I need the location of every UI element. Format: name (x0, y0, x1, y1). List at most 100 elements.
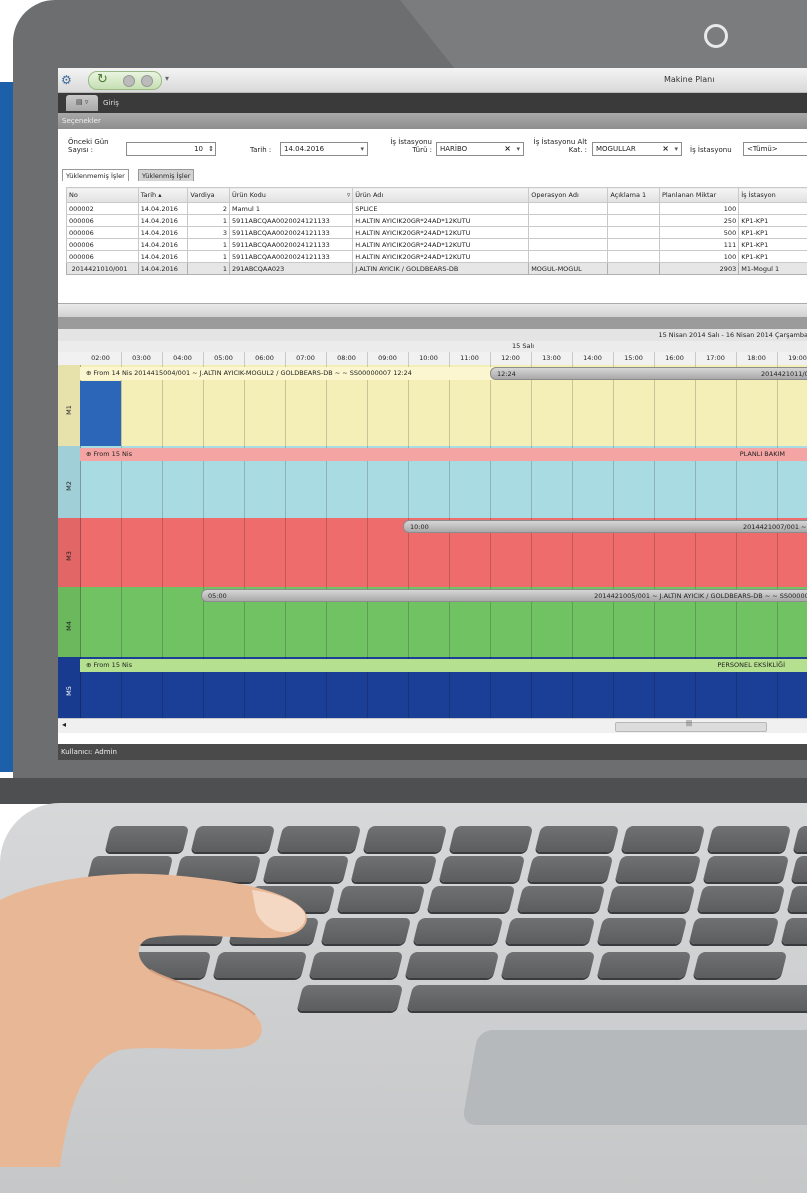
horizontal-scrollbar[interactable]: ◂ ||| (58, 718, 807, 733)
hour-label: 12:00 (490, 354, 531, 362)
table-row-selected[interactable]: ›2014421010/00114.04.20161291ABCQAA023J.… (67, 263, 807, 275)
cell-shift: 1 (188, 215, 230, 227)
table-row[interactable]: 00000614.04.201615911ABCQAA0020024121133… (67, 251, 807, 263)
machine-row-4[interactable]: M405:002014421005/001 ~ J.ALTIN AYICIK /… (58, 587, 807, 657)
scroll-thumb[interactable]: ||| (615, 722, 767, 732)
keyboard-key (535, 826, 619, 852)
cell-description (608, 263, 660, 275)
chevron-down-icon[interactable]: ▾ (674, 143, 678, 155)
date-input[interactable]: 14.04.2016▾ (280, 142, 368, 156)
table-row[interactable]: 00000614.04.201615911ABCQAA0020024121133… (67, 239, 807, 251)
prev-days-label: Önceki Gün Sayısı : (68, 138, 118, 154)
hour-label: 15:00 (613, 354, 654, 362)
grid-line (162, 587, 163, 657)
job-label: 2014421007/001 ~ J.A (743, 521, 807, 533)
tab-unloaded-jobs[interactable]: Yüklenmemiş İşler (62, 169, 129, 181)
keyboard-key (351, 856, 437, 882)
table-row[interactable]: 00000614.04.201615911ABCQAA0020024121133… (67, 215, 807, 227)
table-row[interactable]: 00000214.04.20162Mamul 1SPLICE100 (67, 203, 807, 215)
col-header-no[interactable]: No (67, 188, 139, 203)
keyboard-key (427, 886, 515, 912)
chevron-down-icon[interactable]: ▾ (360, 143, 364, 155)
cell-operation (529, 215, 608, 227)
tab-loaded-jobs[interactable]: Yüklenmiş İşler (138, 169, 194, 181)
cell-date: 14.04.2016 (138, 251, 188, 263)
keyboard-key (321, 918, 411, 944)
file-tab[interactable]: ▤ ▿ (66, 95, 98, 111)
col-header-product-code[interactable]: Ürün Kodu▿ (229, 188, 352, 203)
spacebar-key (407, 985, 807, 1011)
redo-icon[interactable] (141, 75, 153, 87)
cell-planned-qty: 100 (659, 251, 738, 263)
clear-icon[interactable]: × (662, 143, 669, 155)
col-header-shift[interactable]: Vardiya (188, 188, 230, 203)
bar-label: ⊕ From 14 Nis 2014415004/001 ~ J.ALTIN A… (86, 367, 412, 380)
cell-operation (529, 239, 608, 251)
col-header-operation[interactable]: Operasyon Adı (529, 188, 608, 203)
job-bar[interactable]: 12:242014421011/001 (490, 367, 807, 380)
scheduler-toolbar (58, 317, 807, 329)
machine-row-5[interactable]: M5⊕ From 15 NisPERSONEL EKSİKLİĞİ (58, 657, 807, 718)
grid-header-row: No Tarih ▴ Vardiya Ürün Kodu▿ Ürün Adı O… (67, 188, 807, 203)
hour-label: 19:00 (777, 354, 807, 362)
job-start-time: 05:00 (208, 590, 227, 602)
hour-label: 04:00 (162, 354, 203, 362)
ws-type-value: HARİBO (440, 145, 467, 153)
machine-label: M1 (58, 365, 81, 446)
ws-combo[interactable]: <Tümü> (743, 142, 807, 156)
hour-label: 02:00 (80, 354, 121, 362)
options-header-label: Seçenekler (62, 117, 101, 125)
ws-type-combo[interactable]: HARİBO × ▾ (436, 142, 524, 156)
col-header-description[interactable]: Açıklama 1 (608, 188, 660, 203)
cell-shift: 3 (188, 227, 230, 239)
machine-row-3[interactable]: M310:002014421007/001 ~ J.A (58, 518, 807, 587)
cell-product-code: 5911ABCQAA0020024121133 (229, 239, 352, 251)
ws-value: <Tümü> (747, 145, 778, 153)
keyboard-key (405, 952, 499, 978)
keyboard-key (607, 886, 695, 912)
cell-no: 000006 (67, 251, 139, 263)
grid-line (162, 518, 163, 587)
keyboard-key (517, 886, 605, 912)
table-row[interactable]: 00000614.04.201635911ABCQAA0020024121133… (67, 227, 807, 239)
cell-no: ›2014421010/001 (67, 263, 139, 275)
col-header-product-name[interactable]: Ürün Adı (353, 188, 529, 203)
clear-icon[interactable]: × (504, 143, 511, 155)
tab-giris[interactable]: Giriş (103, 99, 119, 107)
col-header-date-label: Tarih (141, 191, 156, 199)
grid-line (203, 518, 204, 587)
machine-row-2[interactable]: M2⊕ From 15 NisPLANLI BAKIM (58, 446, 807, 518)
col-header-workstation[interactable]: İş İstasyon (739, 188, 807, 203)
undo-icon[interactable] (123, 75, 135, 87)
keyboard-key (501, 952, 595, 978)
cell-workstation: KP1-KP1 (739, 215, 807, 227)
ws-subcat-combo[interactable]: MOGULLAR×▾ (592, 142, 682, 156)
cell-planned-qty: 100 (659, 203, 738, 215)
grid-line (244, 518, 245, 587)
selection-block[interactable] (80, 381, 121, 446)
cell-no-value: 2014421010/001 (72, 265, 128, 273)
schedule-bar[interactable]: ⊕ From 15 NisPLANLI BAKIM (80, 448, 807, 461)
hour-label: 14:00 (572, 354, 613, 362)
chevron-down-icon[interactable]: ▾ (516, 143, 520, 155)
grid-line (367, 518, 368, 587)
prev-days-input[interactable]: 10⇕ (126, 142, 216, 156)
cell-shift: 1 (188, 239, 230, 251)
refresh-icon[interactable]: ↻ (97, 72, 108, 87)
job-bar[interactable]: 10:002014421007/001 ~ J.A (403, 520, 807, 533)
col-header-planned-qty[interactable]: Planlanan Miktar (659, 188, 738, 203)
job-bar[interactable]: 05:002014421005/001 ~ J.ALTIN AYICIK / G… (201, 589, 807, 602)
cell-operation: MOGUL-MOGUL (529, 263, 608, 275)
filter-icon[interactable]: ▿ (347, 191, 350, 199)
day-label: 15 Salı (512, 342, 534, 350)
job-label: 2014421011/001 (761, 368, 807, 380)
machine-row-1[interactable]: M1 ⊕ From 14 Nis 2014415004/001 ~ J.ALTIN… (58, 365, 807, 446)
schedule-bar[interactable]: ⊕ From 15 NisPERSONEL EKSİKLİĞİ (80, 659, 807, 672)
scroll-left-icon[interactable]: ◂ (62, 720, 66, 729)
spinner-icon[interactable]: ⇕ (208, 143, 214, 155)
col-header-date[interactable]: Tarih ▴ (138, 188, 188, 203)
cell-no: 000006 (67, 239, 139, 251)
qat-dropdown-icon[interactable]: ▾ (165, 74, 169, 83)
cell-product-name: H.ALTIN AYICIK20GR*24AD*12KUTU (353, 227, 529, 239)
hour-label: 09:00 (367, 354, 408, 362)
